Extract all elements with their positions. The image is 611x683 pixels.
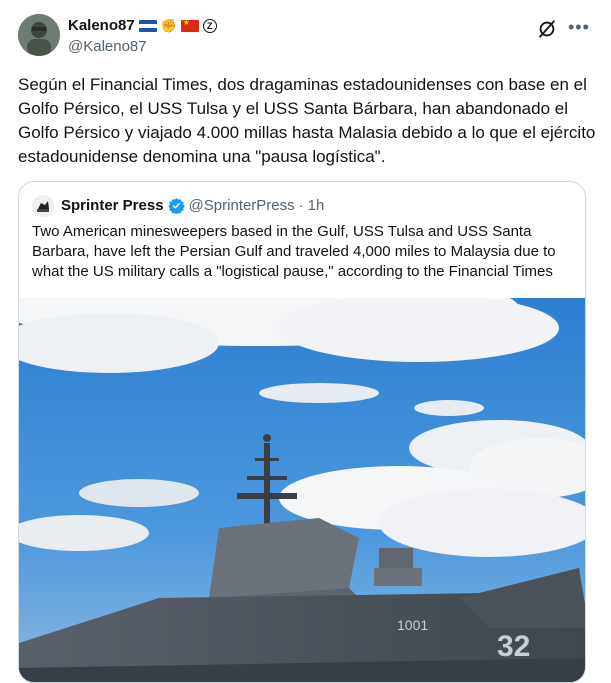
grok-icon[interactable]	[536, 18, 558, 40]
verified-badge-icon	[167, 198, 185, 214]
tweet-text: Según el Financial Times, dos dragaminas…	[18, 75, 596, 166]
tweet-post: Kaleno87 ✊ Z @Kaleno87 ••• Según el Fina…	[0, 0, 611, 683]
quote-header: Sprinter Press @SprinterPress · 1h	[61, 197, 324, 214]
z-badge-icon: Z	[202, 18, 217, 33]
author-avatar[interactable]	[18, 14, 60, 56]
quote-separator: ·	[298, 197, 304, 214]
quote-text: Two American minesweepers based in the G…	[32, 223, 556, 280]
quote-display-name[interactable]: Sprinter Press	[61, 197, 164, 214]
china-flag-icon	[180, 18, 199, 32]
ship-photo[interactable]: 1001 32	[19, 298, 585, 683]
hull-number-large: 32	[497, 630, 530, 663]
more-icon[interactable]: •••	[568, 17, 590, 38]
quote-handle[interactable]: @SprinterPress	[189, 197, 295, 214]
el-salvador-flag-icon	[138, 19, 157, 32]
quoted-tweet[interactable]: Sprinter Press @SprinterPress · 1h Two A…	[18, 181, 586, 683]
author-display-name[interactable]: Kaleno87	[68, 17, 135, 34]
author-handle[interactable]: @Kaleno87	[68, 38, 147, 55]
quote-timestamp[interactable]: 1h	[308, 197, 325, 214]
handshake-icon: ✊	[160, 17, 177, 33]
author-name-row: Kaleno87 ✊ Z	[68, 17, 217, 34]
quote-author-avatar[interactable]	[32, 195, 54, 217]
hull-number-small: 1001	[397, 617, 428, 633]
